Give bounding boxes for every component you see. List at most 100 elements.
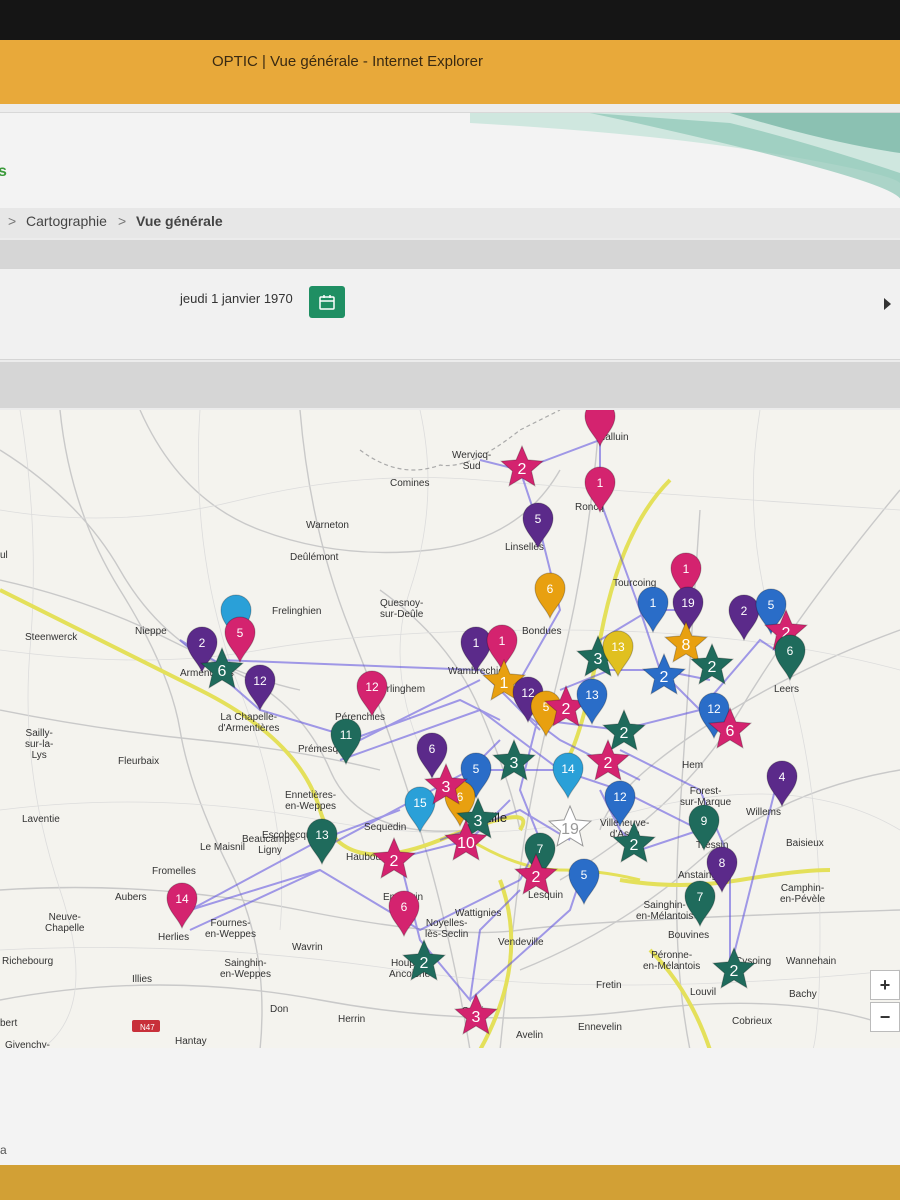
marker-label: 7 — [697, 890, 704, 904]
marker-label: 6 — [547, 582, 554, 596]
pin-marker[interactable]: 5 — [224, 616, 256, 664]
breadcrumb: > Cartographie > Vue générale — [0, 208, 900, 238]
pin-marker[interactable]: 13 — [576, 678, 608, 726]
marker-label: 11 — [340, 728, 353, 742]
marker-label: 19 — [561, 821, 579, 838]
star-marker[interactable]: 3 — [453, 992, 499, 1035]
header-wave-decoration — [470, 113, 900, 203]
marker-label: 12 — [253, 674, 267, 688]
marker-label: 2 — [708, 659, 717, 676]
calendar-icon — [319, 295, 335, 310]
pin-marker[interactable]: 1 — [486, 624, 518, 672]
marker-label: 1 — [683, 562, 690, 576]
window-title: OPTIC | Vue générale - Internet Explorer — [212, 53, 483, 70]
marker-label: 12 — [365, 680, 379, 694]
marker-layer: 215611 192 528 6252612 12111 111231325 2132126… — [166, 410, 809, 1035]
star-marker[interactable]: 2 — [611, 820, 657, 863]
map-view[interactable]: Halluin Wervicq- Sud Comines Roncq Warneton De… — [0, 410, 900, 1050]
marker-label: 14 — [175, 892, 189, 906]
star-marker[interactable]: 2 — [401, 938, 447, 981]
current-date: jeudi 1 janvier 1970 — [180, 291, 293, 306]
marker-label: 2 — [532, 869, 541, 886]
marker-label: 8 — [719, 856, 726, 870]
pin-marker[interactable]: 7 — [684, 880, 716, 928]
calendar-button[interactable] — [309, 286, 345, 318]
star-marker[interactable]: 19 — [547, 804, 593, 847]
marker-label: 1 — [650, 596, 657, 610]
marker-label: 5 — [768, 598, 775, 612]
pin-marker[interactable]: 15 — [404, 786, 436, 834]
star-marker[interactable]: 3 — [491, 738, 537, 781]
pin-marker[interactable]: 1 — [637, 586, 669, 634]
marker-label: 8 — [682, 637, 691, 654]
marker-label: 7 — [537, 842, 544, 856]
zoom-out-button[interactable]: − — [870, 1002, 900, 1032]
marker-label: 3 — [472, 1009, 481, 1026]
page-footer-area — [0, 1048, 900, 1165]
star-marker[interactable]: 2 — [499, 444, 545, 487]
pin-marker[interactable]: 1 — [584, 466, 616, 514]
star-marker[interactable]: 2 — [585, 738, 631, 781]
pin-marker[interactable]: 14 — [166, 882, 198, 930]
marker-label: 6 — [726, 723, 735, 740]
marker-label: 14 — [561, 762, 575, 776]
breadcrumb-separator: > — [118, 213, 127, 229]
marker-label: 3 — [510, 755, 519, 772]
marker-label: 5 — [535, 512, 542, 526]
marker-label: 2 — [620, 725, 629, 742]
breadcrumb-item-cartographie[interactable]: Cartographie — [26, 213, 107, 229]
marker-label: 3 — [594, 651, 603, 668]
pin-marker[interactable]: 5 — [522, 502, 554, 550]
marker-label: 5 — [473, 762, 480, 776]
marker-label: 2 — [420, 955, 429, 972]
pin-marker[interactable]: 12 — [356, 670, 388, 718]
date-toolbar — [0, 268, 900, 360]
star-marker[interactable]: 2 — [711, 946, 757, 989]
pin-marker[interactable]: 14 — [552, 752, 584, 800]
separator-band — [0, 240, 900, 268]
pin-marker[interactable]: 6 — [534, 572, 566, 620]
star-marker[interactable]: 2 — [641, 652, 687, 695]
taskbar — [0, 1165, 900, 1200]
marker-label: 6 — [401, 900, 408, 914]
pin-marker[interactable]: 13 — [306, 818, 338, 866]
zoom-in-button[interactable]: + — [870, 970, 900, 1000]
marker-label: 13 — [315, 828, 329, 842]
pin-marker[interactable]: 9 — [688, 804, 720, 852]
marker-label: 1 — [499, 634, 506, 648]
marker-label: 12 — [707, 702, 721, 716]
marker-label: 2 — [199, 636, 206, 650]
breadcrumb-item-vue-generale: Vue générale — [136, 213, 223, 229]
marker-label: 2 — [604, 755, 613, 772]
pin-marker[interactable]: 8 — [706, 846, 738, 894]
pin-marker[interactable]: 1 — [460, 626, 492, 674]
marker-label: 2 — [730, 963, 739, 980]
pin-marker[interactable]: 6 — [388, 890, 420, 938]
app-header — [0, 112, 900, 212]
marker-label: 5 — [581, 868, 588, 882]
pin-marker[interactable]: 12 — [604, 780, 636, 828]
pin-marker[interactable]: 11 — [330, 718, 362, 766]
pin-marker[interactable] — [584, 410, 616, 448]
marker-label: 3 — [442, 779, 451, 796]
pin-marker[interactable]: 12 — [244, 664, 276, 712]
marker-label: 2 — [390, 853, 399, 870]
marker-label: 12 — [613, 790, 627, 804]
pin-marker[interactable]: 19 — [672, 586, 704, 634]
marker-label: 3 — [474, 813, 483, 830]
marker-label: 1 — [473, 636, 480, 650]
marker-label: 4 — [779, 770, 786, 784]
caret-right-icon[interactable] — [884, 298, 891, 310]
pin-marker[interactable]: 4 — [766, 760, 798, 808]
pin-marker[interactable]: 2 — [728, 594, 760, 642]
pin-marker[interactable]: 6 — [774, 634, 806, 682]
marker-label: 6 — [218, 663, 227, 680]
star-marker[interactable]: 2 — [689, 642, 735, 685]
marker-label: 1 — [500, 675, 509, 692]
pin-marker[interactable]: 5 — [568, 858, 600, 906]
star-marker[interactable]: 8 — [663, 620, 709, 663]
marker-label: 2 — [741, 604, 748, 618]
window-titlebar — [0, 40, 900, 106]
marker-label: 19 — [681, 596, 695, 610]
star-marker[interactable]: 2 — [371, 836, 417, 879]
